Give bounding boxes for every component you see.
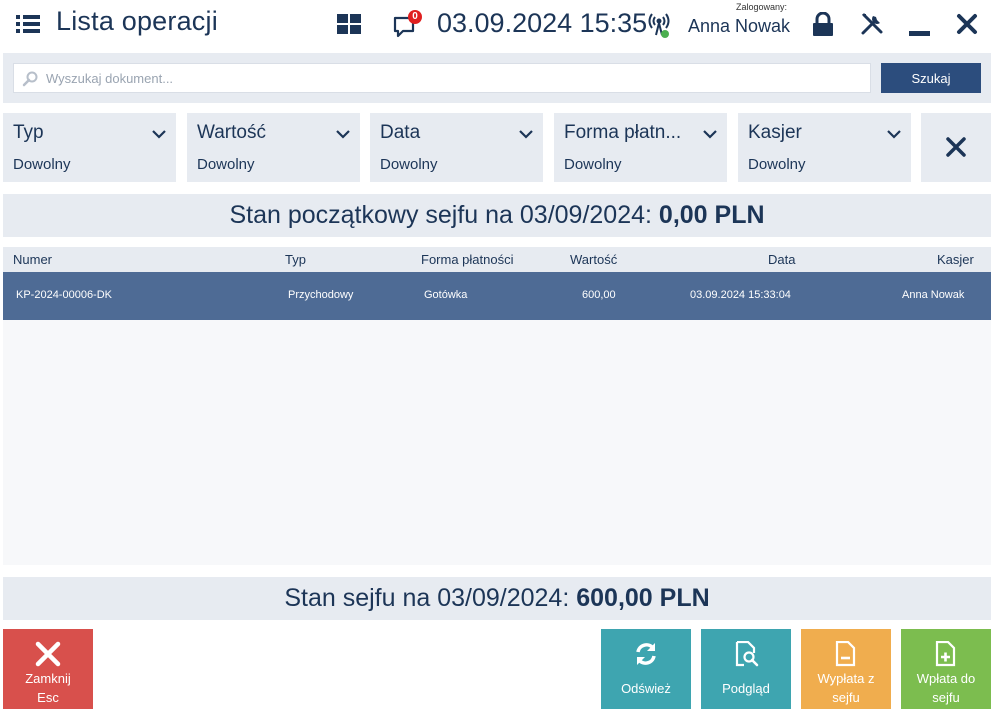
opening-balance-value: 0,00 PLN <box>658 201 765 229</box>
cell-number: KP-2024-00006-DK <box>16 289 113 301</box>
connection-status-icon <box>648 13 670 38</box>
close-button-label: Zamknij <box>25 671 71 686</box>
search-icon <box>22 71 38 87</box>
column-header-value[interactable]: Wartość <box>570 252 617 267</box>
deposit-button-label-2: sejfu <box>932 690 960 705</box>
search-bar: Szukaj <box>3 53 991 103</box>
deposit-to-safe-button[interactable]: Wpłata do sejfu <box>901 629 991 709</box>
filter-label: Forma płatn... <box>564 122 682 143</box>
preview-button-label: Podgląd <box>722 681 770 696</box>
document-plus-icon <box>935 641 956 667</box>
document-minus-icon <box>835 641 856 667</box>
cell-value: 600,00 <box>582 289 616 301</box>
chevron-down-icon <box>703 130 717 139</box>
header-bar: Lista operacji 0 03.09.2024 15:35 Zalogo… <box>0 0 999 52</box>
page-title: Lista operacji <box>56 6 218 36</box>
filter-type[interactable]: Typ Dowolny <box>3 113 176 182</box>
search-input[interactable] <box>46 64 866 92</box>
tiles-view-icon[interactable] <box>337 14 361 34</box>
filter-label: Typ <box>13 122 44 143</box>
close-icon <box>35 641 61 667</box>
column-header-cashier[interactable]: Kasjer <box>937 252 974 267</box>
lock-icon[interactable] <box>812 12 834 36</box>
chevron-down-icon <box>336 130 350 139</box>
filter-value: Dowolny <box>748 156 806 173</box>
filter-value: Dowolny <box>13 156 71 173</box>
filter-value: Dowolny <box>197 156 255 173</box>
filter-cashier[interactable]: Kasjer Dowolny <box>738 113 911 182</box>
closing-balance: Stan sejfu na 03/09/2024: 600,00 PLN <box>3 577 991 620</box>
preview-button[interactable]: Podgląd <box>701 629 791 709</box>
filter-label: Kasjer <box>748 122 802 143</box>
tools-icon[interactable] <box>860 12 884 36</box>
refresh-button-label: Odśwież <box>621 681 671 696</box>
clear-icon <box>946 137 966 157</box>
closing-balance-label: Stan sejfu na 03/09/2024: <box>284 584 570 612</box>
withdraw-button-label-2: sejfu <box>832 690 860 705</box>
cell-type: Przychodowy <box>288 289 354 301</box>
operations-table: Numer Typ Forma płatności Wartość Data K… <box>3 247 991 565</box>
cell-payment-form: Gotówka <box>424 289 468 301</box>
refresh-button[interactable]: Odśwież <box>601 629 691 709</box>
filter-label: Wartość <box>197 122 266 143</box>
opening-balance: Stan początkowy sejfu na 03/09/2024: 0,0… <box>3 194 991 237</box>
column-header-number[interactable]: Numer <box>13 252 52 267</box>
opening-balance-label: Stan początkowy sejfu na 03/09/2024: <box>229 201 652 229</box>
column-header-payment-form[interactable]: Forma płatności <box>421 252 513 267</box>
current-datetime: 03.09.2024 15:35 <box>437 8 648 38</box>
close-button-shortcut: Esc <box>37 690 59 705</box>
close-button[interactable]: Zamknij Esc <box>3 629 93 709</box>
cell-cashier: Anna Nowak <box>902 289 965 301</box>
refresh-icon <box>636 643 656 665</box>
filter-value: Dowolny <box>564 156 622 173</box>
filter-payment-form[interactable]: Forma płatn... Dowolny <box>554 113 727 182</box>
table-header: Numer Typ Forma płatności Wartość Data K… <box>3 247 991 272</box>
notifications-badge: 0 <box>408 10 422 24</box>
search-button[interactable]: Szukaj <box>881 63 981 93</box>
chevron-down-icon <box>519 130 533 139</box>
search-field[interactable] <box>13 63 871 93</box>
document-preview-icon <box>735 641 759 667</box>
filter-label: Data <box>380 122 421 143</box>
withdraw-button-label-1: Wypłata z <box>817 671 875 686</box>
logged-in-label: Zalogowany: <box>736 2 788 12</box>
column-header-type[interactable]: Typ <box>285 252 306 267</box>
chevron-down-icon <box>887 130 901 139</box>
minimize-icon[interactable] <box>909 31 930 36</box>
menu-list-icon[interactable] <box>16 14 40 34</box>
closing-balance-value: 600,00 PLN <box>576 584 710 612</box>
filter-value-amount[interactable]: Wartość Dowolny <box>187 113 360 182</box>
filter-value: Dowolny <box>380 156 438 173</box>
table-row[interactable]: KP-2024-00006-DK Przychodowy Gotówka 600… <box>3 272 991 320</box>
column-header-date[interactable]: Data <box>768 252 795 267</box>
deposit-button-label-1: Wpłata do <box>916 671 976 686</box>
clear-filters-button[interactable] <box>921 113 991 182</box>
filter-date[interactable]: Data Dowolny <box>370 113 543 182</box>
cell-date: 03.09.2024 15:33:04 <box>690 289 791 301</box>
user-name[interactable]: Anna Nowak <box>688 16 790 37</box>
withdraw-from-safe-button[interactable]: Wypłata z sejfu <box>801 629 891 709</box>
chevron-down-icon <box>152 130 166 139</box>
close-window-icon[interactable] <box>956 13 978 35</box>
